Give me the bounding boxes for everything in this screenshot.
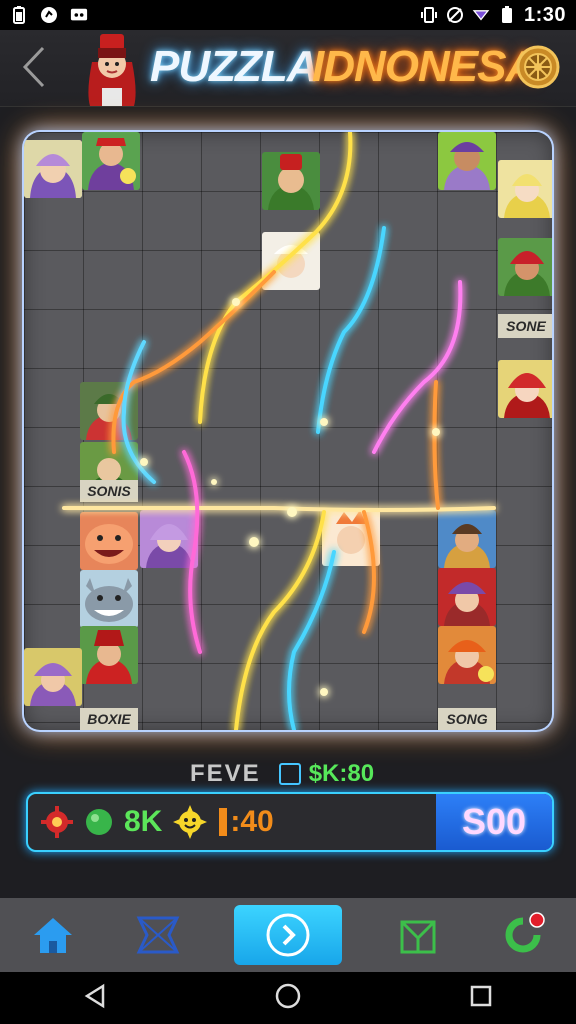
orange-stat-value: :40 (230, 805, 274, 838)
status-bar: 1:30 (0, 0, 576, 30)
back-button[interactable] (14, 44, 54, 90)
bottom-navigation (0, 898, 576, 972)
puzzle-frame-icon (137, 916, 180, 954)
home-icon (33, 918, 72, 953)
game-title-left: PUZZLA (150, 42, 319, 91)
back-triangle-icon (84, 983, 105, 1009)
message-notification-icon (70, 6, 88, 24)
vibrate-icon (420, 6, 438, 24)
game-header: PUZZLA IDNONESA (0, 30, 576, 107)
score-checkbox-icon (278, 763, 301, 785)
sun-face-icon (173, 805, 208, 839)
clock-time: 1:30 (523, 3, 566, 26)
back-chevron-icon (22, 46, 45, 88)
home-circle-icon (275, 983, 301, 1009)
nav-play[interactable] (233, 905, 342, 965)
settings-button[interactable] (515, 44, 561, 90)
system-recents-button[interactable] (469, 984, 493, 1012)
app-notification-icon (40, 6, 58, 24)
red-gear-icon (41, 806, 73, 838)
wifi-icon (472, 6, 490, 24)
stats-group: 8K :40 (28, 794, 436, 850)
orange-bar-icon (219, 808, 228, 836)
settings-wheel-icon (516, 45, 560, 89)
box-icon (400, 920, 436, 954)
nav-box[interactable] (388, 905, 448, 965)
system-navigation (0, 972, 576, 1024)
battery-icon (10, 6, 28, 24)
nav-puzzle[interactable] (128, 905, 188, 965)
neon-lightning-effect (62, 132, 496, 730)
green-stat-value: 8K (124, 805, 163, 838)
play-arrow-icon (266, 913, 310, 957)
stats-panel: 8K :40 S00 (26, 792, 554, 852)
score-row: FEVE $K:80 (190, 760, 374, 788)
battery-icon (498, 6, 516, 24)
nav-home[interactable] (23, 905, 83, 965)
no-sim-icon (446, 6, 464, 24)
system-back-button[interactable] (83, 983, 107, 1013)
score-action-button[interactable]: S00 (436, 794, 552, 850)
score-value: $K:80 (308, 760, 375, 787)
nav-refresh[interactable] (493, 905, 553, 965)
game-title-right: IDNONESA (312, 42, 537, 91)
puzzle-board[interactable]: SONE SONIS BOXIE SONG (24, 132, 552, 730)
player-avatar (82, 32, 142, 106)
refresh-icon (505, 912, 545, 953)
green-ball-icon (86, 809, 112, 835)
system-home-button[interactable] (274, 982, 302, 1014)
score-label: FEVE (190, 760, 261, 787)
recents-square-icon (470, 985, 491, 1007)
